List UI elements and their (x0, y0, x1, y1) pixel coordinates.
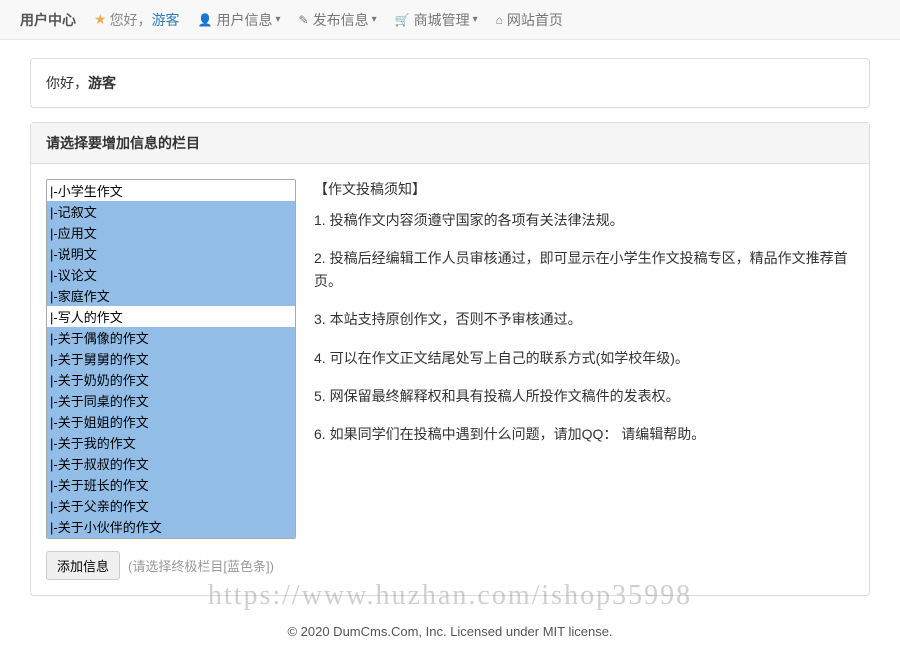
category-option[interactable]: |-应用文 (47, 222, 295, 243)
footer: © 2020 DumCms.Com, Inc. Licensed under M… (30, 624, 870, 649)
cart-icon: 🛒 (395, 13, 410, 27)
caret-icon: ▾ (473, 14, 478, 25)
category-option[interactable]: |-议论文 (47, 264, 295, 285)
category-listbox[interactable]: |-小学生作文 |-记叙文 |-应用文 |-说明文 |-议论文 |-家庭作文 |… (46, 179, 296, 539)
category-option[interactable]: |-关于班长的作文 (47, 474, 295, 495)
caret-icon: ▾ (372, 14, 377, 25)
nav-item-label: 网站首页 (507, 10, 563, 30)
category-option[interactable]: |-关于叔叔的作文 (47, 453, 295, 474)
category-option[interactable]: |-关于姐姐的作文 (47, 411, 295, 432)
notice-item: 3. 本站支持原创作文，否则不予审核通过。 (314, 308, 854, 330)
greeting-panel: 你好，游客 (30, 58, 870, 108)
nav-item-label: 用户信息 (217, 10, 273, 30)
nav-item-label: 发布信息 (313, 10, 369, 30)
greeting-name: 游客 (88, 75, 116, 91)
user-icon: 👤 (198, 13, 213, 27)
category-option[interactable]: |-关于同桌的作文 (47, 390, 295, 411)
notice-title: 【作文投稿须知】 (314, 179, 854, 199)
category-option[interactable]: |-关于我的作文 (47, 432, 295, 453)
notice-item: 4. 可以在作文正文结尾处写上自己的联系方式(如学校年级)。 (314, 347, 854, 369)
category-option[interactable]: |-记叙文 (47, 201, 295, 222)
nav-item-发布信息[interactable]: ✎ 发布信息▾ (299, 10, 377, 30)
add-hint: (请选择终极栏目[蓝色条]) (128, 556, 274, 575)
nav-item-网站首页[interactable]: ⌂ 网站首页 (496, 10, 563, 30)
navbar-welcome: ★ 您好， 游客 (94, 10, 180, 30)
greeting-prefix: 你好， (46, 75, 88, 91)
category-option[interactable]: |-写人的作文 (47, 306, 295, 327)
category-option[interactable]: |-家庭作文 (47, 285, 295, 306)
main-panel: 请选择要增加信息的栏目 |-小学生作文 |-记叙文 |-应用文 |-说明文 |-… (30, 122, 870, 596)
category-option[interactable]: |-说明文 (47, 243, 295, 264)
category-option[interactable]: |-关于妹妹的作文 (47, 537, 295, 539)
category-option[interactable]: |-关于偶像的作文 (47, 327, 295, 348)
star-icon: ★ (94, 11, 107, 28)
notice-item: 2. 投稿后经编辑工作人员审核通过，即可显示在小学生作文投稿专区，精品作文推荐首… (314, 247, 854, 292)
category-option[interactable]: |-小学生作文 (47, 180, 295, 201)
welcome-prefix: 您好， (110, 10, 152, 30)
category-option[interactable]: |-关于奶奶的作文 (47, 369, 295, 390)
caret-icon: ▾ (276, 14, 281, 25)
navbar: 用户中心 ★ 您好， 游客 👤用户信息▾✎发布信息▾🛒商城管理▾⌂网站首页 (0, 0, 900, 40)
notice-item: 5. 网保留最终解释权和具有投稿人所投作文稿件的发表权。 (314, 385, 854, 407)
nav-item-用户信息[interactable]: 👤 用户信息▾ (198, 10, 281, 30)
edit-icon: ✎ (299, 13, 309, 27)
panel-heading: 请选择要增加信息的栏目 (31, 123, 869, 164)
category-option[interactable]: |-关于舅舅的作文 (47, 348, 295, 369)
home-icon: ⌂ (496, 13, 503, 27)
category-option[interactable]: |-关于父亲的作文 (47, 495, 295, 516)
navbar-brand: 用户中心 (20, 10, 76, 30)
notice-item: 1. 投稿作文内容须遵守国家的各项有关法律法规。 (314, 209, 854, 231)
nav-item-商城管理[interactable]: 🛒 商城管理▾ (395, 10, 478, 30)
add-info-button[interactable]: 添加信息 (46, 551, 120, 580)
notice-list: 1. 投稿作文内容须遵守国家的各项有关法律法规。 2. 投稿后经编辑工作人员审核通… (314, 209, 854, 446)
category-option[interactable]: |-关于小伙伴的作文 (47, 516, 295, 537)
welcome-guest[interactable]: 游客 (152, 10, 180, 30)
nav-item-label: 商城管理 (414, 10, 470, 30)
notice-item: 6. 如果同学们在投稿中遇到什么问题，请加QQ： 请编辑帮助。 (314, 423, 854, 445)
